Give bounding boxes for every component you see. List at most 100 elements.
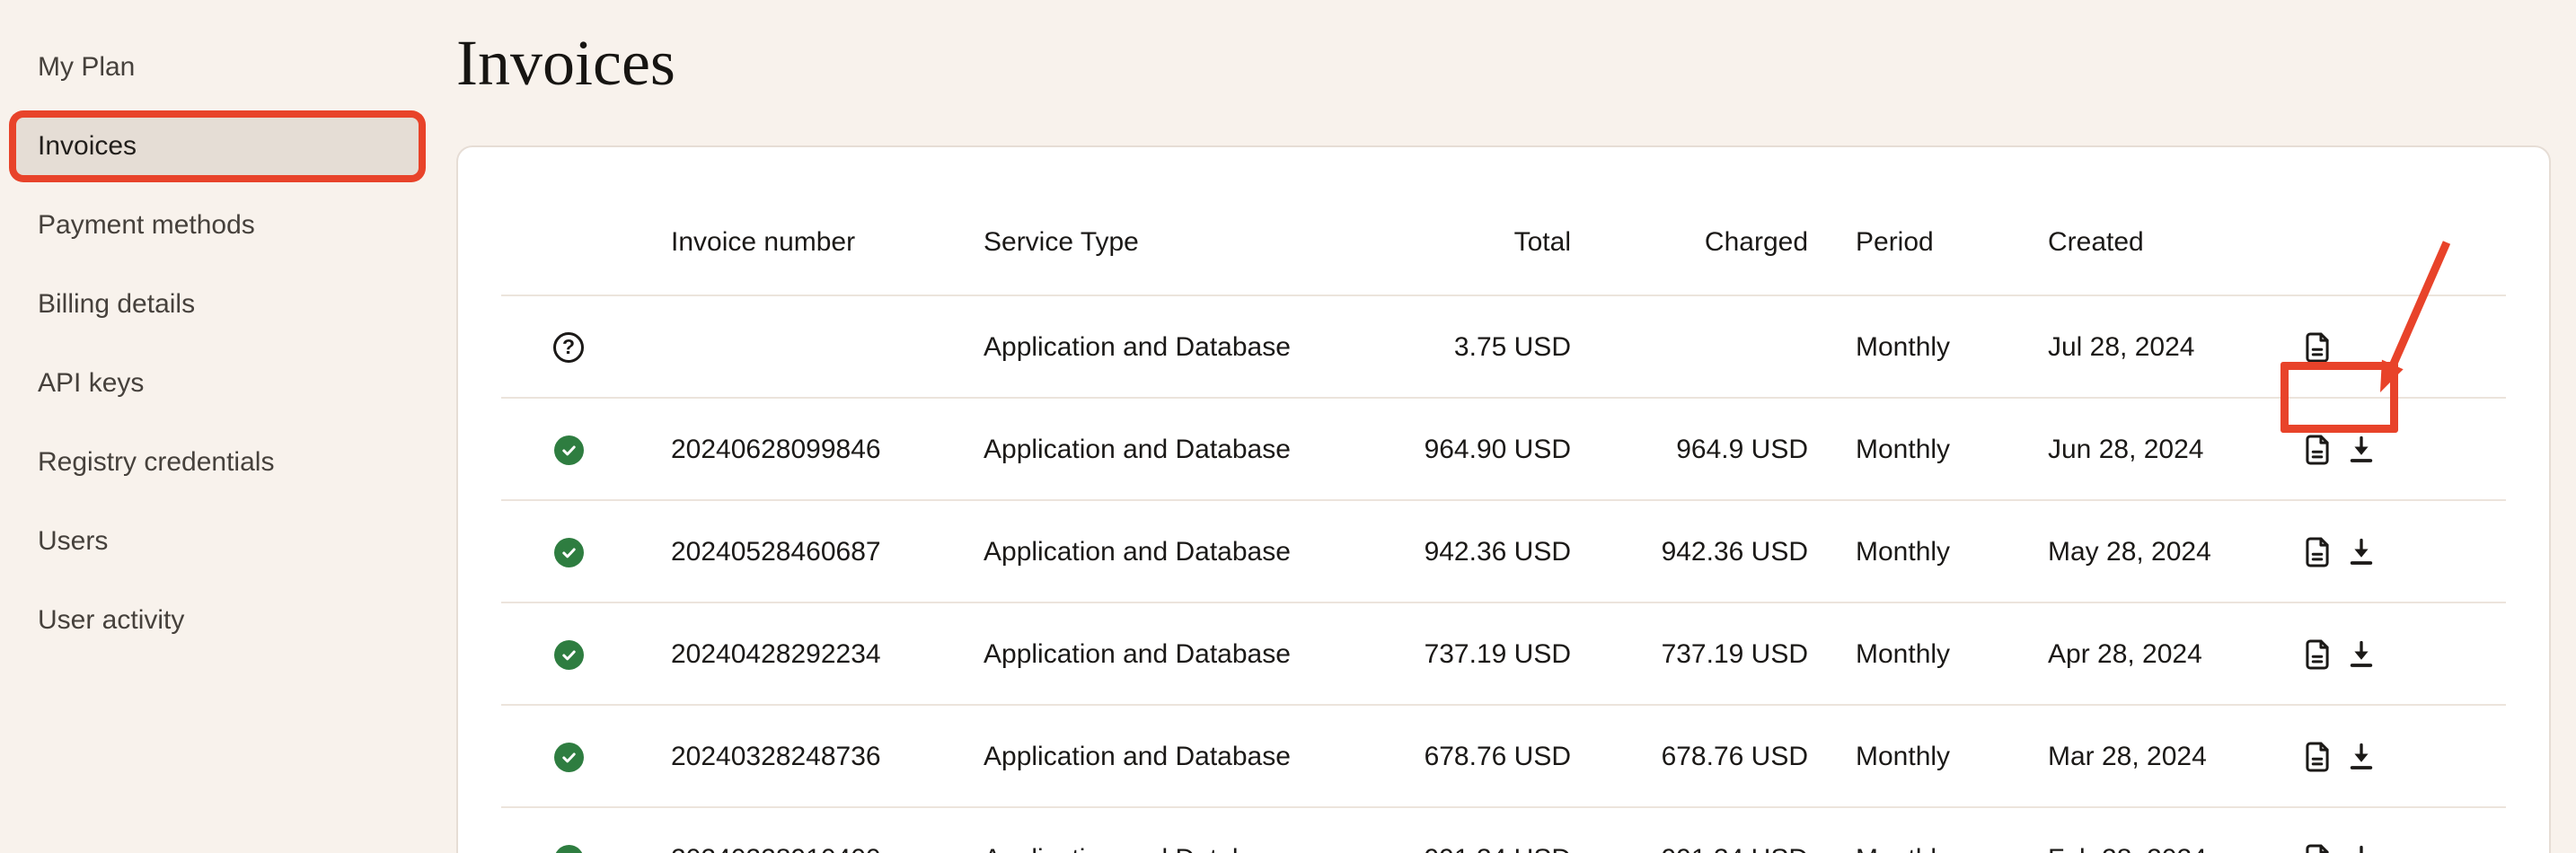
invoice-table-row: ? Application and Database 3.75 USD Mont… xyxy=(501,296,2506,399)
download-invoice-button[interactable] xyxy=(2344,842,2378,853)
status-cell: ? xyxy=(552,638,585,671)
total-cell: 678.76 USD xyxy=(1393,742,1571,772)
header-invoice-number: Invoice number xyxy=(671,227,984,258)
download-icon xyxy=(2344,535,2378,569)
download-icon xyxy=(2344,433,2378,467)
invoices-card: Invoice number Service Type Total Charge… xyxy=(456,145,2551,853)
sidebar-item-invoices[interactable]: Invoices xyxy=(16,118,419,175)
sidebar-item-billing-details[interactable]: Billing details xyxy=(9,276,426,333)
download-icon xyxy=(2344,842,2378,853)
download-invoice-button[interactable] xyxy=(2344,740,2378,774)
sidebar-item-label: Registry credentials xyxy=(38,447,274,478)
view-invoice-button[interactable] xyxy=(2300,638,2334,672)
period-cell: Monthly xyxy=(1808,435,1988,465)
sidebar-item-user-activity[interactable]: User activity xyxy=(9,592,426,649)
sidebar-item-label: My Plan xyxy=(38,52,135,83)
invoice-table-row: ? 20240528460687 Application and Databas… xyxy=(501,501,2506,603)
check-circle-icon xyxy=(554,435,584,465)
service-type-cell: Application and Database xyxy=(984,537,1393,567)
service-type-cell: Application and Database xyxy=(984,742,1393,772)
header-created: Created xyxy=(1988,227,2239,258)
service-type-cell: Application and Database xyxy=(984,639,1393,670)
actions-cell xyxy=(2239,603,2506,706)
page-title: Invoices xyxy=(456,31,2551,95)
header-service-type: Service Type xyxy=(984,227,1393,258)
actions-cell xyxy=(2239,706,2506,808)
period-cell: Monthly xyxy=(1808,639,1988,670)
file-text-icon xyxy=(2300,330,2334,365)
sidebar-item-label: User activity xyxy=(38,605,184,636)
charged-cell: 737.19 USD xyxy=(1571,639,1808,670)
view-invoice-button[interactable] xyxy=(2300,535,2334,569)
actions-cell xyxy=(2239,296,2506,399)
view-invoice-button[interactable] xyxy=(2300,740,2334,774)
sidebar-item-users[interactable]: Users xyxy=(9,513,426,570)
sidebar-item-registry-credentials[interactable]: Registry credentials xyxy=(9,434,426,491)
status-cell: ? xyxy=(552,536,585,568)
billing-sidebar: My Plan Invoices Payment methods Billing… xyxy=(0,0,454,853)
created-cell: May 28, 2024 xyxy=(1988,537,2239,567)
actions-cell xyxy=(2239,808,2506,853)
service-type-cell: Application and Database xyxy=(984,332,1393,363)
charged-cell: 964.9 USD xyxy=(1571,435,1808,465)
period-cell: Monthly xyxy=(1808,332,1988,363)
invoice-number-cell: 20240628099846 xyxy=(671,435,984,465)
view-invoice-button[interactable] xyxy=(2300,433,2334,467)
sidebar-nav-list: My Plan Invoices Payment methods Billing… xyxy=(9,39,426,671)
status-unknown-icon[interactable]: ? xyxy=(552,331,585,364)
file-text-icon xyxy=(2300,638,2334,672)
period-cell: Monthly xyxy=(1808,742,1988,772)
sidebar-item-label: API keys xyxy=(38,368,144,399)
actions-group xyxy=(2300,740,2378,774)
file-text-icon xyxy=(2300,740,2334,774)
status-paid-icon xyxy=(552,843,585,853)
download-invoice-button[interactable] xyxy=(2344,535,2378,569)
view-invoice-button[interactable] xyxy=(2300,330,2334,365)
file-text-icon xyxy=(2300,535,2334,569)
main-content: Invoices Invoice number Service Type Tot… xyxy=(456,0,2551,853)
total-cell: 737.19 USD xyxy=(1393,639,1571,670)
total-cell: 942.36 USD xyxy=(1393,537,1571,567)
invoice-table-row: ? 20240328248736 Application and Databas… xyxy=(501,706,2506,808)
total-cell: 3.75 USD xyxy=(1393,332,1571,363)
sidebar-item-label: Billing details xyxy=(38,289,195,320)
file-text-icon xyxy=(2300,433,2334,467)
status-paid-icon xyxy=(552,638,585,671)
invoice-number-cell: 20240528460687 xyxy=(671,537,984,567)
actions-cell xyxy=(2239,501,2506,603)
sidebar-item-label: Invoices xyxy=(38,131,137,162)
status-cell: ? xyxy=(552,331,585,364)
actions-group xyxy=(2300,842,2378,853)
actions-group xyxy=(2300,638,2378,672)
check-circle-icon xyxy=(554,538,584,567)
created-cell: Mar 28, 2024 xyxy=(1988,742,2239,772)
service-type-cell: Application and Database xyxy=(984,435,1393,465)
status-cell: ? xyxy=(552,434,585,466)
view-invoice-button[interactable] xyxy=(2300,842,2334,853)
invoice-number-cell: 20240328248736 xyxy=(671,742,984,772)
header-charged: Charged xyxy=(1571,227,1808,258)
actions-group xyxy=(2300,433,2378,467)
check-circle-icon xyxy=(554,640,584,670)
created-cell: Apr 28, 2024 xyxy=(1988,639,2239,670)
invoice-table-row: ? 20240428292234 Application and Databas… xyxy=(501,603,2506,706)
period-cell: Monthly xyxy=(1808,537,1988,567)
download-invoice-button[interactable] xyxy=(2344,433,2378,467)
invoice-table-row: ? 20240628099846 Application and Databas… xyxy=(501,399,2506,501)
total-cell: 991.34 USD xyxy=(1393,844,1571,853)
service-type-cell: Application and Database xyxy=(984,844,1393,853)
sidebar-item-api-keys[interactable]: API keys xyxy=(9,355,426,412)
invoice-table-body: ? Application and Database 3.75 USD Mont… xyxy=(501,296,2506,853)
header-period: Period xyxy=(1808,227,1988,258)
status-cell: ? xyxy=(552,843,585,853)
file-text-icon xyxy=(2300,842,2334,853)
sidebar-item-label: Users xyxy=(38,526,108,557)
header-total: Total xyxy=(1393,227,1571,258)
sidebar-item-my-plan[interactable]: My Plan xyxy=(9,39,426,96)
download-icon xyxy=(2344,740,2378,774)
charged-cell: 942.36 USD xyxy=(1571,537,1808,567)
check-circle-icon xyxy=(554,845,584,853)
download-invoice-button[interactable] xyxy=(2344,638,2378,672)
sidebar-item-payment-methods[interactable]: Payment methods xyxy=(9,197,426,254)
invoice-table-row: ? 20240228910400 Application and Databas… xyxy=(501,808,2506,853)
